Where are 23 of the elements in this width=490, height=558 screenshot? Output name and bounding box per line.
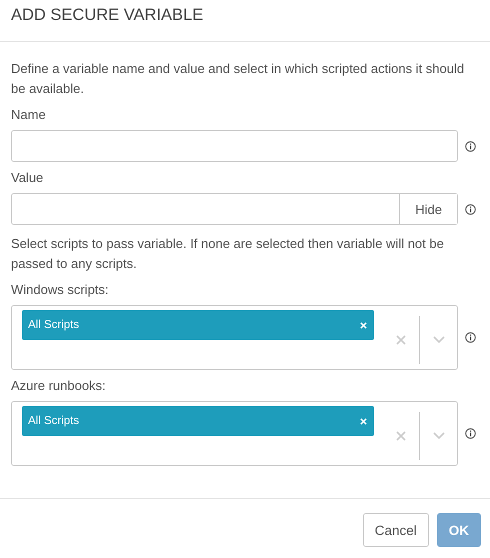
info-icon[interactable] (465, 204, 476, 214)
dialog-title: ADD SECURE VARIABLE (11, 6, 204, 25)
clear-icon[interactable] (396, 430, 406, 440)
value-field[interactable]: Hide (11, 193, 458, 225)
scripts-note: Select scripts to pass variable. If none are selected then variable will not be passed to any scripts. (11, 235, 445, 273)
hide-button[interactable]: Hide (399, 194, 457, 224)
remove-icon[interactable] (360, 418, 367, 424)
info-icon[interactable] (465, 332, 476, 343)
chevron-down-icon[interactable] (433, 432, 445, 439)
cancel-button[interactable]: Cancel (362, 513, 429, 547)
tag-label: All Scripts (28, 415, 80, 427)
info-icon[interactable] (465, 428, 476, 439)
name-label: Name (11, 106, 47, 124)
value-label: Value (11, 169, 44, 187)
info-icon[interactable] (465, 140, 476, 152)
name-field[interactable] (11, 130, 458, 162)
description-text: Define a variable name and value and select in which scripted actions it should be available. (11, 60, 466, 98)
tag-label: All Scripts (28, 319, 80, 331)
chevron-down-icon[interactable] (433, 336, 445, 343)
remove-icon[interactable] (360, 322, 367, 328)
select-label: Windows scripts: (11, 281, 110, 299)
select-label: Azure runbooks: (11, 377, 107, 395)
clear-icon[interactable] (396, 334, 406, 344)
